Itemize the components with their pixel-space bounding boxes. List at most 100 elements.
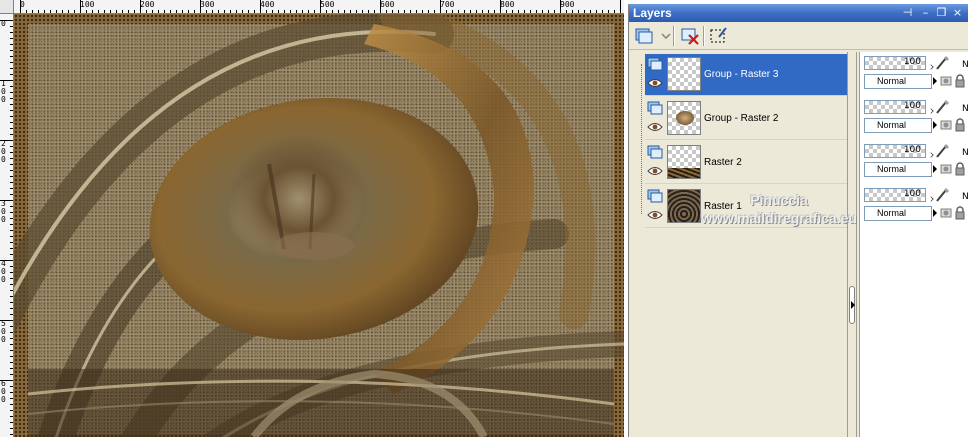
ruler-top-label: 200 [140,0,155,9]
lock-icon[interactable] [954,74,966,88]
column-letter: N [962,104,968,114]
layer-name: Group - Raster 2 [704,113,779,124]
ruler-left-label: 300 [1,199,6,224]
visibility-eye-icon[interactable] [647,166,663,176]
blend-mode-value: Normal [877,76,907,86]
opacity-arrow-icon[interactable] [928,152,934,158]
ruler-top-label: 400 [260,0,275,9]
blend-mode-select[interactable]: Normal [864,162,932,177]
ruler-left[interactable]: 0 100 200 300 400 500 600 [0,14,14,437]
opacity-value: 100 [903,189,921,199]
opacity-value: 100 [903,145,921,155]
new-layer-icon [635,28,653,44]
layer-row[interactable]: Group - Raster 2 [645,98,847,140]
layer-properties-row: 100 N Normal [862,142,968,184]
raster-layer-icon [647,101,663,115]
close-button[interactable]: × [951,7,964,19]
ruler-top-label: 800 [500,0,515,9]
ruler-top-ticks [20,0,621,13]
visibility-eye-icon[interactable] [647,78,663,88]
layers-palette[interactable]: Layers ⊣ – ❐ × Group - Raster 3 Group - … [628,4,968,437]
toolbar-separator [673,26,675,46]
image-canvas[interactable] [14,14,624,437]
link-mask-icon[interactable] [940,207,952,219]
lock-icon[interactable] [954,162,966,176]
artwork-image [14,14,624,437]
layer-properties-row: 100 N Normal [862,54,968,96]
palette-title: Layers [633,6,672,20]
toolbar-separator [703,26,705,46]
layer-name: Group - Raster 3 [704,69,779,80]
layer-properties-row: 100 N Normal [862,98,968,140]
opacity-arrow-icon[interactable] [928,108,934,114]
blend-dropdown-arrow-icon[interactable] [933,77,937,85]
visibility-eye-icon[interactable] [647,210,663,220]
new-layer-button[interactable] [633,25,655,47]
panel-splitter[interactable] [847,52,857,437]
layer-thumbnail [667,57,701,91]
brush-lock-icon[interactable] [934,99,950,115]
link-mask-icon[interactable] [940,75,952,87]
ruler-top-label: 300 [200,0,215,9]
blend-dropdown-arrow-icon[interactable] [933,121,937,129]
lock-icon[interactable] [954,118,966,132]
opacity-slider[interactable]: 100 [864,144,926,158]
opacity-value: 100 [903,101,921,111]
blend-mode-value: Normal [877,120,907,130]
layer-row[interactable]: Raster 2 [645,142,847,184]
blend-mode-select[interactable]: Normal [864,118,932,133]
brush-lock-icon[interactable] [934,55,950,71]
layer-properties-panel: 100 N Normal 100 N Normal 100 N Normal 100 N Normal [859,52,968,437]
blend-dropdown-arrow-icon[interactable] [933,165,937,173]
opacity-arrow-icon[interactable] [928,196,934,202]
opacity-value: 100 [903,57,921,67]
ruler-left-ticks [0,20,13,435]
blend-dropdown-arrow-icon[interactable] [933,209,937,217]
ruler-top-label: 900 [560,0,575,9]
pin-button[interactable]: ⊣ [901,7,914,19]
blend-mode-value: Normal [877,164,907,174]
lock-icon[interactable] [954,206,966,220]
ruler-top-label: 500 [320,0,335,9]
delete-layer-icon [681,28,699,45]
layer-list[interactable]: Group - Raster 3 Group - Raster 2 Raster 2… [635,52,849,437]
ruler-corner [0,0,14,14]
group-tree-line [641,64,642,214]
layer-row[interactable]: Group - Raster 3 [645,54,847,96]
ruler-top-label: 100 [80,0,95,9]
ruler-top-label: 0 [20,0,25,9]
palette-titlebar[interactable]: Layers ⊣ – ❐ × [629,4,968,22]
ruler-top[interactable]: 0 100 200 300 400 500 600 700 800 900 [14,0,624,14]
layer-thumbnail [667,145,701,179]
layer-thumbnail [667,101,701,135]
link-mask-icon[interactable] [940,163,952,175]
brush-lock-icon[interactable] [934,187,950,203]
opacity-slider[interactable]: 100 [864,100,926,114]
visibility-eye-icon[interactable] [647,122,663,132]
minimize-button[interactable]: – [919,7,932,19]
column-letter: N [962,60,968,70]
raster-layer-icon [647,57,663,71]
selection-icon [710,27,727,43]
layer-mask-button[interactable] [707,25,729,47]
brush-lock-icon[interactable] [934,143,950,159]
ruler-left-label: 500 [1,319,6,344]
column-letter: N [962,148,968,158]
raster-layer-icon [647,189,663,203]
ruler-left-label: 200 [1,139,6,164]
ruler-top-label: 700 [440,0,455,9]
restore-button[interactable]: ❐ [935,7,948,19]
ruler-left-label: 600 [1,379,6,404]
link-mask-icon[interactable] [940,119,952,131]
opacity-slider[interactable]: 100 [864,56,926,70]
layer-name: Raster 2 [704,157,742,168]
ruler-left-label: 100 [1,79,6,104]
delete-layer-button[interactable] [679,25,701,47]
watermark: Pinuccia www.maildiregrafica.eu [669,192,889,226]
ruler-left-label: 400 [1,259,6,284]
expand-arrow-icon[interactable] [849,286,855,324]
canvas-window[interactable]: 0 100 200 300 400 500 600 700 800 900 0 … [0,0,624,437]
blend-mode-select[interactable]: Normal [864,74,932,89]
opacity-arrow-icon[interactable] [928,64,934,70]
ruler-top-label: 600 [380,0,395,9]
